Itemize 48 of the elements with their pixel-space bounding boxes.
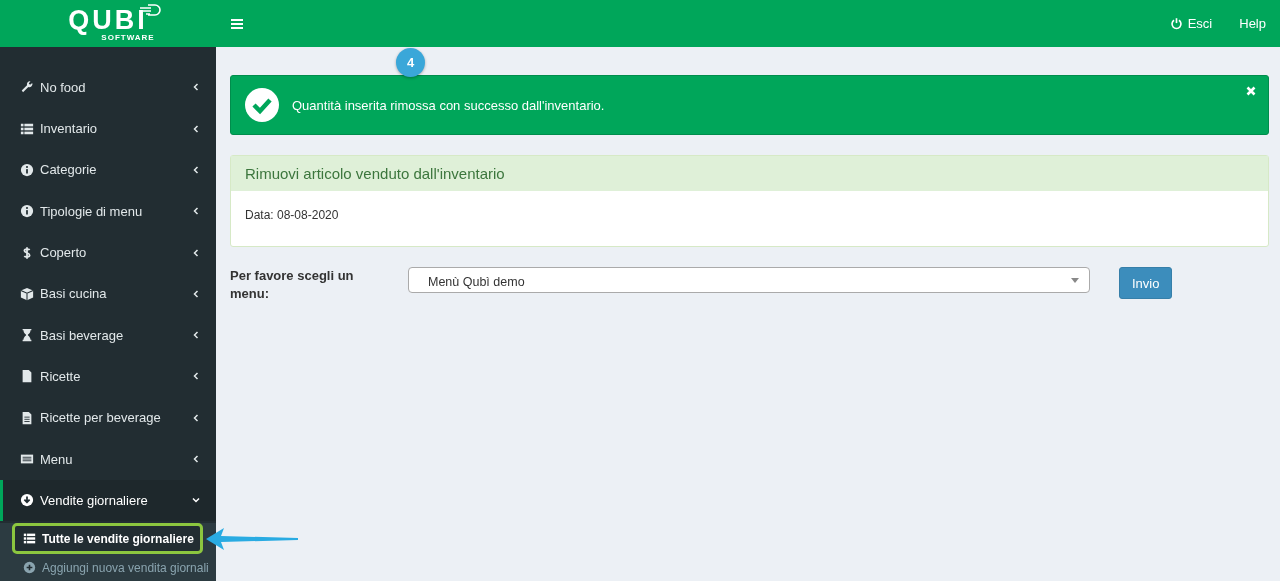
logo-tagline: SOFTWARE bbox=[101, 32, 155, 42]
date-text: Data: 08-08-2020 bbox=[244, 207, 340, 224]
check-circle-icon bbox=[245, 88, 279, 122]
chevron-left-icon bbox=[192, 372, 200, 381]
sidebar-item[interactable]: Menu bbox=[0, 438, 216, 480]
chevron-left-icon bbox=[192, 124, 200, 133]
alert-message: Quantità inserita rimossa con successo dall'inventario. bbox=[292, 97, 605, 113]
list-icon bbox=[20, 121, 34, 136]
chevron-left-icon bbox=[192, 289, 200, 298]
chevron-left-icon bbox=[192, 83, 200, 92]
chevron-left-icon bbox=[192, 207, 200, 216]
chevron-left-icon bbox=[192, 455, 200, 464]
menu-select[interactable]: Menù Qubì demo bbox=[408, 267, 1090, 293]
power-icon bbox=[1169, 17, 1183, 30]
chevron-left-icon bbox=[192, 248, 200, 257]
sidebar-item[interactable]: Basi cucina bbox=[0, 273, 216, 315]
dropdown-caret-icon bbox=[1071, 277, 1079, 283]
info-icon bbox=[20, 162, 34, 177]
sidebar-item[interactable]: Tipologie di menu bbox=[0, 190, 216, 232]
chevron-left-icon bbox=[192, 165, 200, 174]
submenu-item[interactable]: Aggiungi nuova vendita giornali bbox=[0, 554, 216, 581]
cube-icon bbox=[20, 286, 34, 301]
sidebar-item[interactable]: Categorie bbox=[0, 149, 216, 191]
step-badge: 4 bbox=[396, 48, 425, 77]
file-icon bbox=[20, 369, 34, 384]
chevron-down-icon bbox=[192, 496, 200, 505]
submit-button[interactable]: Invio bbox=[1119, 267, 1173, 299]
sidebar-item[interactable]: Coperto bbox=[0, 231, 216, 274]
sidebar-item[interactable]: Basi beverage bbox=[0, 314, 216, 356]
hourglass-icon bbox=[20, 328, 34, 343]
menu-icon[interactable] bbox=[230, 17, 244, 30]
list-icon bbox=[23, 532, 36, 545]
download-icon bbox=[20, 493, 34, 508]
sidebar-item[interactable]: Inventario bbox=[0, 108, 216, 150]
sidebar-item[interactable]: No food bbox=[0, 66, 216, 109]
chevron-left-icon bbox=[192, 413, 200, 422]
chevron-left-icon bbox=[192, 331, 200, 340]
logo-wordmark: QUBI bbox=[68, 6, 148, 33]
wrench-icon bbox=[20, 80, 34, 95]
sidebar-item[interactable]: Ricette per beverage bbox=[0, 397, 216, 439]
panel-title: Rimuovi articolo venduto dall'inventario bbox=[231, 156, 1268, 191]
sidebar-item[interactable]: Ricette bbox=[0, 355, 216, 398]
document-icon bbox=[20, 410, 34, 425]
field-label: Per favore scegli un menu: bbox=[230, 267, 355, 303]
sidebar-item[interactable]: Vendite giornaliere bbox=[0, 479, 216, 521]
info-icon bbox=[20, 204, 34, 219]
plus-icon bbox=[23, 561, 36, 574]
close-icon[interactable] bbox=[1246, 86, 1256, 96]
